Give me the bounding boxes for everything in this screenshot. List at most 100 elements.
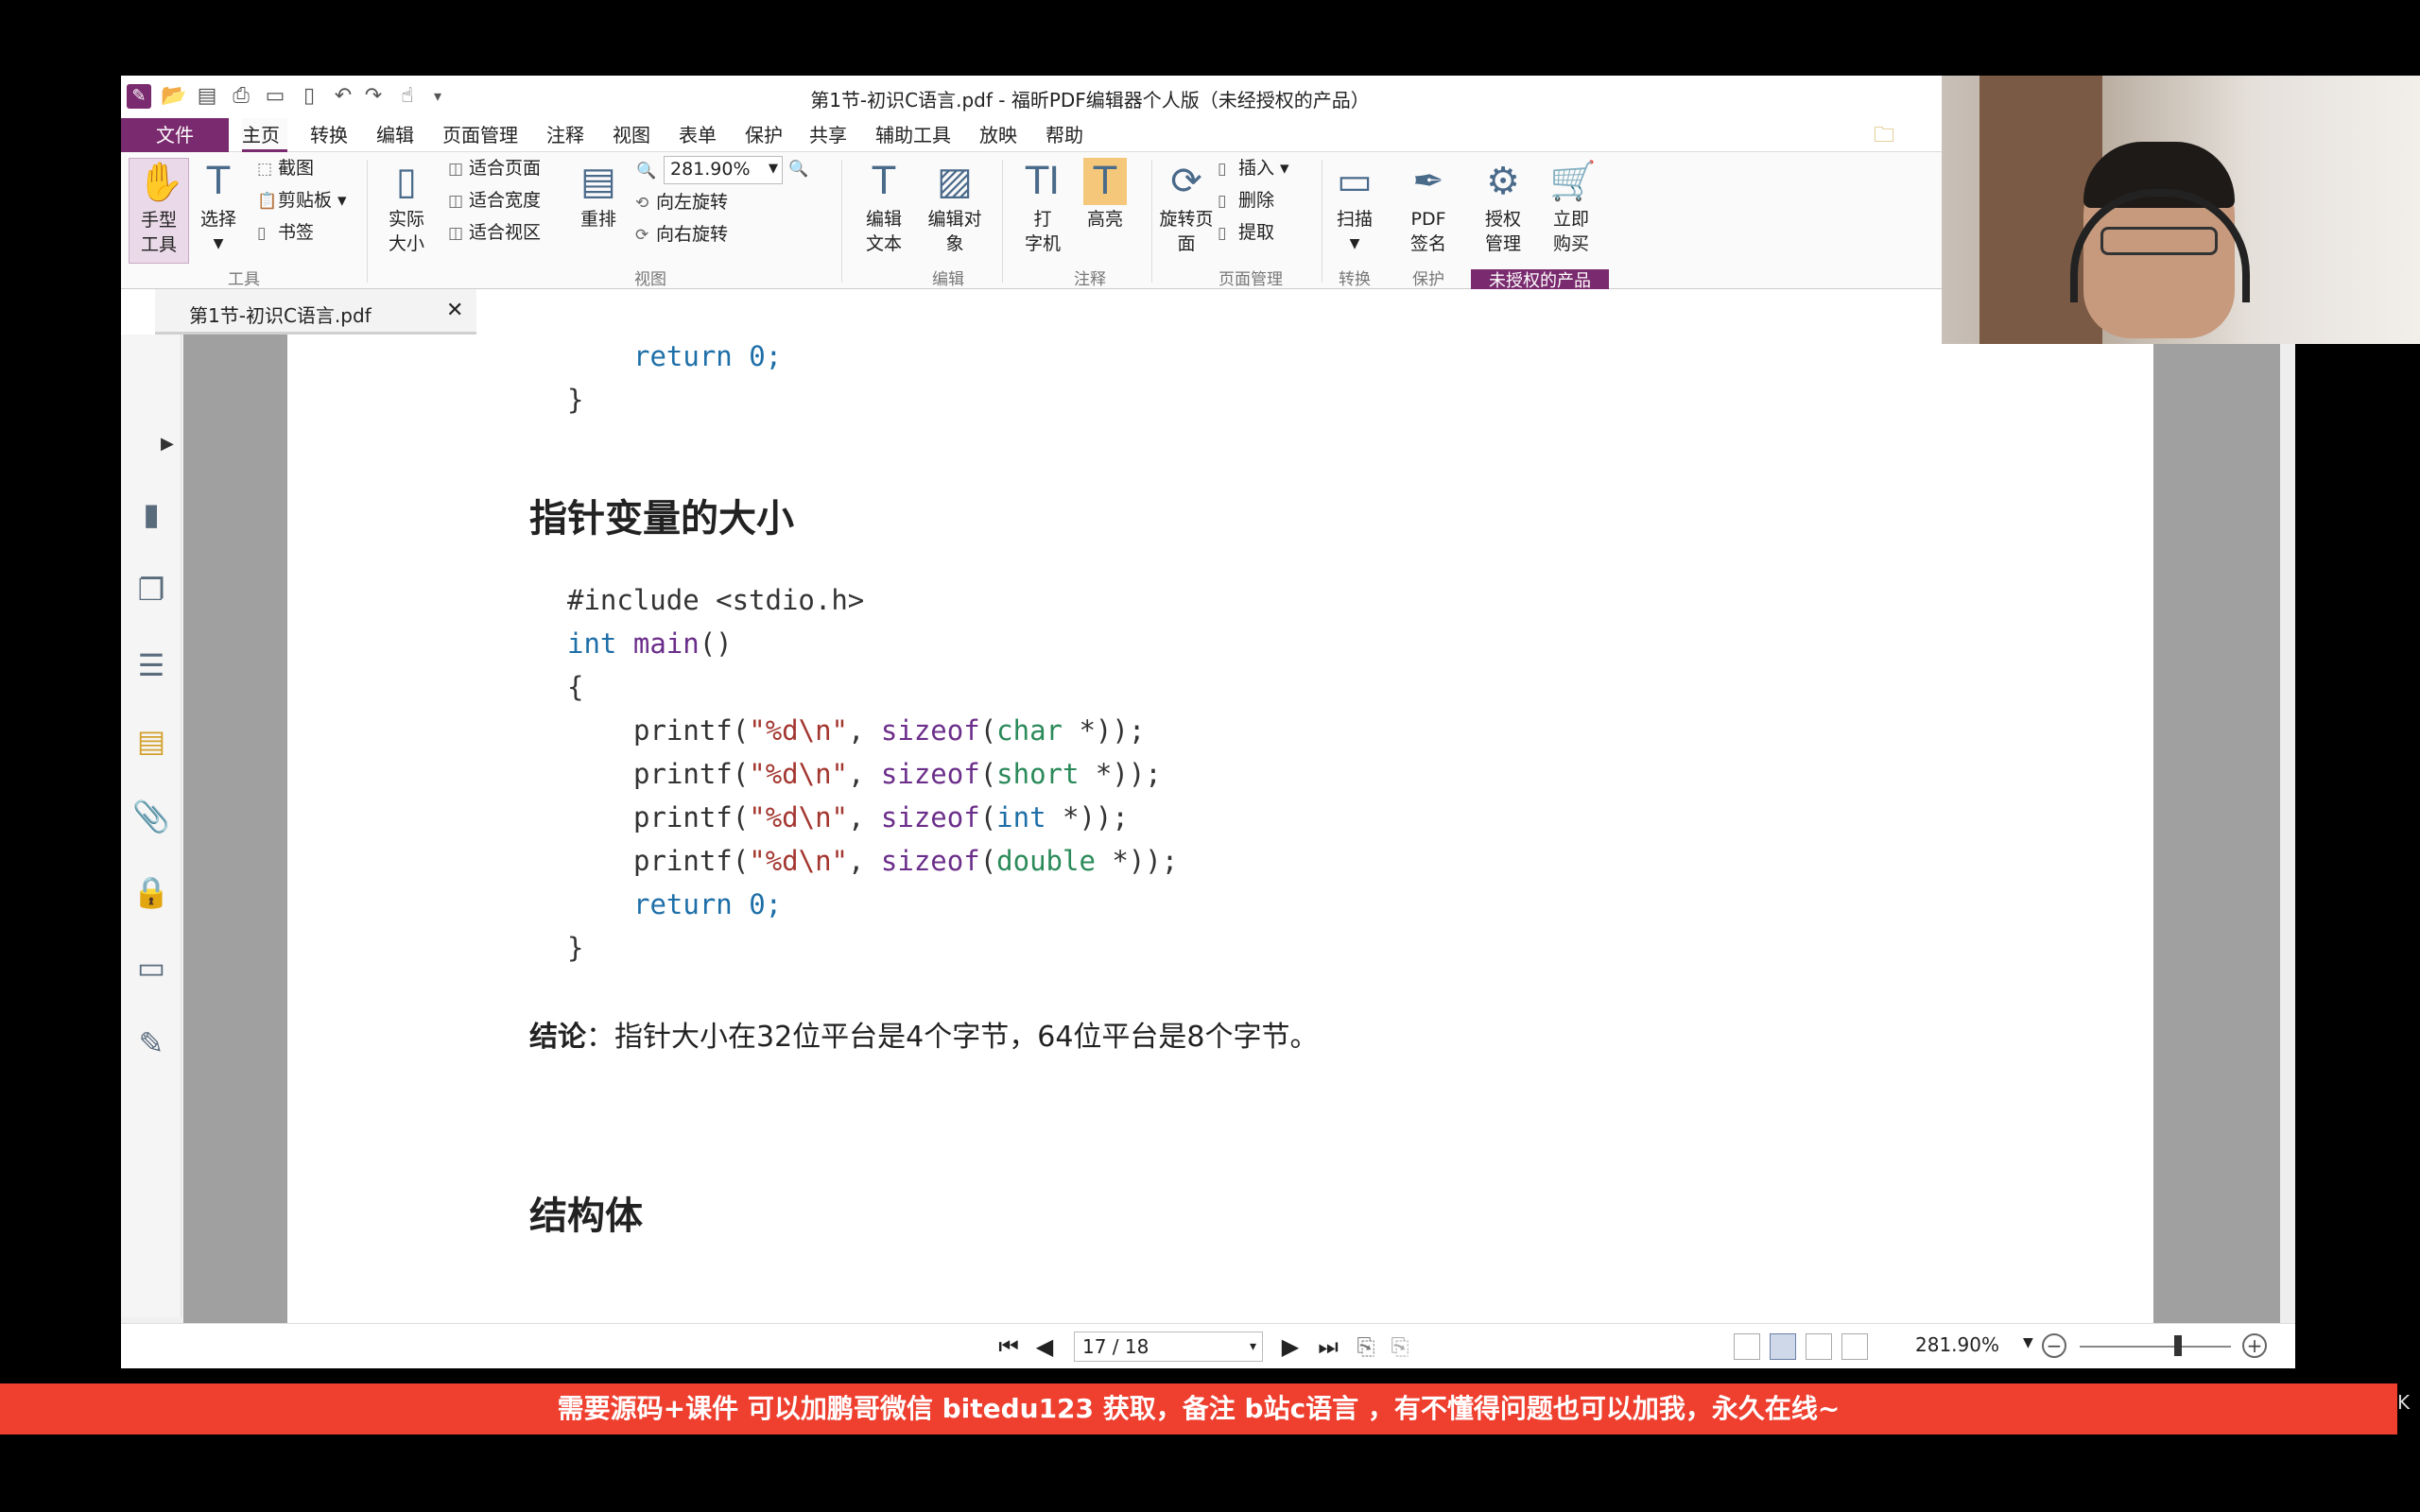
- printf-call: printf: [633, 758, 733, 790]
- insert-icon: ▯: [1218, 160, 1227, 179]
- menu-form[interactable]: 表单: [679, 118, 717, 152]
- zoom-in-button[interactable]: 🔍: [788, 156, 809, 181]
- license-mgmt-button[interactable]: ⚙ 授权 管理: [1471, 158, 1535, 256]
- previous-page-icon[interactable]: ◀: [1030, 1332, 1059, 1362]
- edit-object-button[interactable]: ▨ 编辑对 象: [919, 158, 991, 256]
- insert-button[interactable]: ▯ 插入 ▾: [1218, 156, 1289, 181]
- bookmarks-panel-icon[interactable]: ▮: [132, 495, 170, 533]
- menu-slideshow[interactable]: 放映: [979, 118, 1017, 152]
- highlight-button[interactable]: T 高亮: [1076, 158, 1134, 230]
- hand-tool-label: 手型 工具: [140, 210, 177, 255]
- bookmark-button[interactable]: ▯ 书签: [257, 220, 314, 246]
- vertical-scrollbar[interactable]: [2280, 335, 2295, 1323]
- zoom-slider-track[interactable]: [2080, 1346, 2231, 1348]
- screenshot-button[interactable]: ⬚ 截图: [257, 156, 314, 181]
- main-function: main: [632, 627, 700, 660]
- menu-home[interactable]: 主页: [242, 118, 287, 152]
- next-page-icon[interactable]: ▶: [1276, 1332, 1305, 1362]
- reflow-button[interactable]: ▤ 重排: [573, 158, 624, 232]
- fit-page-button[interactable]: ◫ 适合页面: [448, 156, 541, 181]
- menu-help[interactable]: 帮助: [1046, 118, 1083, 152]
- menu-view[interactable]: 视图: [613, 118, 650, 152]
- next-view-icon[interactable]: ⎘: [1386, 1332, 1414, 1362]
- previous-view-icon[interactable]: ⎘: [1352, 1332, 1380, 1362]
- zoom-dropdown-icon[interactable]: ▼: [2023, 1335, 2033, 1350]
- fit-width-button[interactable]: ◫ 适合宽度: [448, 188, 541, 214]
- zoom-out-icon[interactable]: −: [2042, 1333, 2066, 1358]
- select-button[interactable]: T 选择 ▼: [193, 158, 244, 256]
- expand-panel-icon[interactable]: ▶: [161, 434, 174, 454]
- conclusion-label: 结论: [529, 1021, 586, 1054]
- rotate-right-label: 向右旋转: [656, 224, 729, 245]
- code-main-line: int main(): [567, 627, 733, 660]
- menu-page-management[interactable]: 页面管理: [442, 118, 518, 152]
- delete-icon: ▯: [1218, 192, 1227, 211]
- insert-label: 插入: [1238, 158, 1275, 179]
- rotate-right-button[interactable]: ⟳ 向右旋转: [635, 222, 728, 248]
- license-icon: ⚙: [1486, 160, 1520, 203]
- clipboard-icon: 📋: [257, 192, 278, 211]
- zoom-in-icon[interactable]: +: [2242, 1333, 2267, 1358]
- first-page-icon[interactable]: ⏮: [994, 1332, 1023, 1362]
- close-tab-icon[interactable]: ✕: [446, 299, 463, 322]
- menu-share[interactable]: 共享: [809, 118, 847, 152]
- document-viewer[interactable]: return 0; } 指针变量的大小 #include <stdio.h> i…: [183, 335, 2295, 1323]
- menu-edit[interactable]: 编辑: [376, 118, 414, 152]
- rotate-page-label: 旋转页 面: [1159, 209, 1214, 254]
- actual-size-button[interactable]: ▯ 实际 大小: [378, 158, 435, 256]
- main-parens: (): [699, 627, 733, 660]
- printf-call: printf: [633, 845, 733, 877]
- zoom-slider-thumb[interactable]: [2174, 1335, 2182, 1356]
- fit-width-label: 适合宽度: [469, 190, 542, 211]
- signature-search-icon[interactable]: ✎: [132, 1024, 170, 1062]
- page-number-value: 17 / 18: [1082, 1335, 1150, 1358]
- delete-button[interactable]: ▯ 删除: [1218, 188, 1274, 214]
- menu-protect[interactable]: 保护: [745, 118, 783, 152]
- menu-file[interactable]: 文件: [121, 118, 229, 152]
- comments-panel-icon[interactable]: ▤: [132, 722, 170, 760]
- rotate-page-icon: ⟳: [1170, 160, 1202, 203]
- last-page-icon[interactable]: ⏭: [1314, 1332, 1342, 1362]
- return-statement: return 0;: [633, 340, 783, 372]
- zoom-out-button[interactable]: 🔍: [636, 158, 657, 183]
- rotate-left-button[interactable]: ⟲ 向左旋转: [635, 190, 728, 215]
- layers-panel-icon[interactable]: ☰: [132, 646, 170, 684]
- type-name: short: [996, 758, 1080, 790]
- edit-text-button[interactable]: T 编辑 文本: [855, 158, 913, 256]
- document-tab[interactable]: 第1节-初识C语言.pdf ✕: [155, 289, 476, 335]
- window-title: 第1节-初识C语言.pdf - 福昕PDF编辑器个人版（未经授权的产品）: [810, 89, 1370, 112]
- text-select-icon: T: [206, 160, 231, 203]
- window-panel-icon[interactable]: ▭: [132, 949, 170, 987]
- typewriter-button[interactable]: TI 打 字机: [1013, 158, 1072, 256]
- page-number-input[interactable]: 17 / 18 ▾: [1074, 1332, 1263, 1362]
- facing-view-icon[interactable]: [1806, 1333, 1832, 1360]
- attachments-icon[interactable]: 📎: [132, 798, 170, 835]
- section-heading-struct: 结构体: [529, 1194, 643, 1238]
- status-bar: ⏮ ◀ 17 / 18 ▾ ▶ ⏭ ⎘ ⎘ 281.90% ▼ − +: [121, 1323, 2295, 1368]
- continuous-view-icon[interactable]: [1770, 1333, 1796, 1360]
- search-folder-icon[interactable]: 🗀: [1874, 124, 1898, 148]
- group-protect-label: 保护: [1412, 270, 1444, 289]
- fit-visible-button[interactable]: ◫ 适合视区: [448, 220, 541, 246]
- clipboard-button[interactable]: 📋剪贴板 ▾: [257, 188, 347, 214]
- group-page-mgmt-label: 页面管理: [1219, 270, 1283, 289]
- scan-label: 扫描: [1336, 209, 1373, 230]
- menu-comment[interactable]: 注释: [546, 118, 584, 152]
- pages-panel-icon[interactable]: ❐: [132, 571, 170, 609]
- zoom-in-icon: 🔍: [788, 160, 809, 179]
- hand-tool-button[interactable]: ✋ 手型 工具: [129, 158, 189, 264]
- menu-accessibility[interactable]: 辅助工具: [875, 118, 951, 152]
- buy-now-button[interactable]: 🛒 立即 购买: [1539, 158, 1603, 256]
- fit-page-icon: ◫: [448, 160, 464, 179]
- zoom-select[interactable]: 281.90% ▼: [664, 156, 783, 184]
- zoom-level[interactable]: 281.90%: [1915, 1333, 1999, 1356]
- security-lock-icon[interactable]: 🔒: [132, 873, 170, 911]
- single-page-view-icon[interactable]: [1734, 1333, 1760, 1360]
- pdf-sign-button[interactable]: ✒ PDF 签名: [1399, 158, 1458, 256]
- sizeof-keyword: sizeof: [880, 801, 980, 833]
- extract-button[interactable]: ▯ 提取: [1218, 220, 1274, 246]
- continuous-facing-view-icon[interactable]: [1841, 1333, 1868, 1360]
- pdf-page: return 0; } 指针变量的大小 #include <stdio.h> i…: [287, 335, 2153, 1323]
- scan-button[interactable]: ▭ 扫描 ▼: [1325, 158, 1384, 256]
- menu-convert[interactable]: 转换: [310, 118, 348, 152]
